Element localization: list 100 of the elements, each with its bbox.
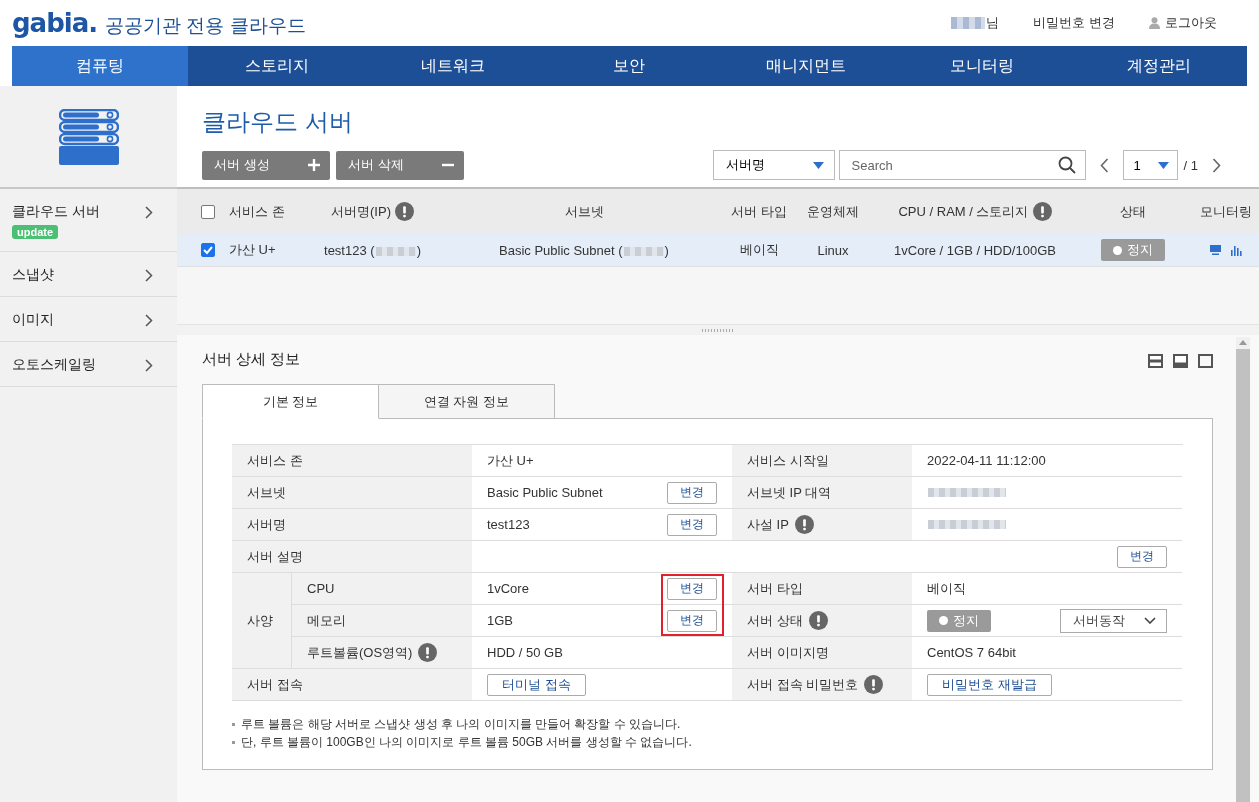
column-header: 모니터링 [1199,202,1252,221]
chevron-right-icon [145,359,153,372]
maximize-icon[interactable] [1198,354,1213,368]
table-cell: Basic Public Subnet ( ) [499,242,669,258]
info-icon[interactable] [864,675,884,694]
chevron-right-icon [145,206,153,219]
column-header: 서브넷 [564,202,604,221]
info-icon[interactable] [808,611,828,630]
nav-tab[interactable]: 모니터링 [894,46,1071,86]
search-field[interactable]: Search [838,150,1086,180]
note-text: 단, 루트 볼륨이 100GB인 나의 이미지로 루트 볼륨 50GB 서버를 생성할 수 없습니다. [241,734,692,751]
logout-link[interactable]: 로그아웃 [1149,14,1217,32]
field-label: 서브넷 IP 대역 [747,483,832,502]
site-subtitle: 공공기관 전용 클라우드 [105,13,306,38]
column-header: 서버명(IP) [331,202,391,221]
field-value: 2022-04-11 11:12:00 [927,453,1046,468]
change-button[interactable]: 변경 [667,609,717,632]
nav-tab[interactable]: 계정관리 [1070,46,1247,86]
column-header: 서비스 존 [229,202,285,221]
change-button[interactable]: 변경 [667,481,717,504]
field-label: 서버 이미지명 [747,643,829,662]
reissue-password-button[interactable]: 비밀번호 재발급 [927,673,1052,696]
info-icon[interactable] [394,202,414,221]
note-text: 루트 볼륨은 해당 서버로 스냅샷 생성 후 나의 이미지를 만들어 확장할 수 있습니다. [241,716,681,733]
change-button[interactable]: 변경 [667,577,717,600]
page-dropdown[interactable]: 1 [1122,150,1178,180]
delete-button[interactable]: 서버 삭제 [336,150,464,180]
resize-handle[interactable] [702,328,734,332]
checkbox[interactable] [201,204,215,219]
bar-chart-icon[interactable] [1230,244,1242,256]
monitor-icon[interactable] [1209,245,1221,255]
status-badge: 정지 [1101,239,1165,261]
info-icon[interactable] [794,515,814,534]
action-dropdown[interactable]: 서버동작 [1060,608,1167,633]
logo[interactable]: gabia. [12,7,98,38]
column-header: CPU / RAM / 스토리지 [898,202,1029,221]
nav-tab[interactable]: 컴퓨팅 [12,46,189,86]
field-value: 1vCore [487,581,529,596]
column-header: 운영체제 [807,202,859,221]
user-suffix: 님 [986,14,1000,32]
caret-icon [1157,161,1169,169]
chevron-down-icon [1144,617,1156,624]
password-link[interactable]: 비밀번호 변경 [1033,14,1115,32]
column-header: 서버 타입 [731,202,787,221]
page-title: 클라우드 서버 [202,107,354,137]
nav-tab[interactable]: 보안 [541,46,718,86]
field-label: 서버 접속 비밀번호 [747,675,859,694]
split-view-icon[interactable] [1173,354,1188,368]
field-label: 서버 타입 [747,579,803,598]
change-button[interactable]: 변경 [1117,545,1167,568]
field-value: test123 [487,517,530,532]
caret-icon [812,161,824,169]
field-label: 서비스 시작일 [747,451,829,470]
field-value: 1GB [487,613,513,628]
search-icon[interactable] [1057,156,1076,174]
nav-tab[interactable]: 스토리지 [188,46,365,86]
page-total: / 1 [1183,157,1198,173]
collapse-icon[interactable] [1148,354,1163,368]
field-label: 서브넷 [247,483,286,502]
user-icon [1149,17,1160,29]
table-cell: test123 ( ) [324,242,421,258]
plus-icon [308,159,320,171]
info-icon[interactable] [418,643,438,662]
field-value: Basic Public Subnet [487,485,603,500]
status-badge: 정지 [927,609,991,632]
table-cell: Linux [817,242,849,258]
field-label: 루트볼륨(OS영역) [307,643,413,662]
sidebar-item[interactable]: 클라우드 서버 update [0,189,177,252]
column-header: 상태 [1120,202,1146,221]
field-label: 메모리 [307,611,346,630]
server-icon [58,108,119,165]
terminal-button[interactable]: 터미널 접속 [487,673,586,696]
next-page-icon[interactable] [1212,157,1221,173]
nav-tab[interactable]: 매니지먼트 [717,46,895,86]
field-label: 서버 접속 [247,675,303,694]
table-cell: 1vCore / 1GB / HDD/100GB [894,242,1056,258]
field-label: CPU [307,581,335,596]
change-button[interactable]: 변경 [667,513,717,536]
table-cell: 베이직 [739,241,779,259]
create-button[interactable]: 서버 생성 [202,150,330,180]
field-label: 서버 설명 [247,547,303,566]
chevron-right-icon [145,314,153,327]
field-value: 가산 U+ [487,451,534,470]
field-value: CentOS 7 64bit [927,645,1016,660]
update-badge: update [12,225,59,239]
chevron-right-icon [145,269,153,282]
nav-tab[interactable]: 네트워크 [364,46,542,86]
table-cell: 가산 U+ [229,241,276,259]
field-label: 서버 상태 [747,611,803,630]
tab[interactable]: 연결 자원 정보 [378,384,555,419]
field-value: 베이직 [927,579,966,598]
scrollbar[interactable] [1236,337,1250,802]
info-icon[interactable] [1032,202,1052,221]
section-title: 서버 상세 정보 [202,349,301,369]
checkbox[interactable] [201,243,215,257]
tab[interactable]: 기본 정보 [202,384,379,419]
field-label: 사양 [247,611,273,630]
field-label: 서버명 [247,515,286,534]
previous-page-icon[interactable] [1099,157,1109,173]
filter-dropdown[interactable]: 서버명 [712,150,835,180]
